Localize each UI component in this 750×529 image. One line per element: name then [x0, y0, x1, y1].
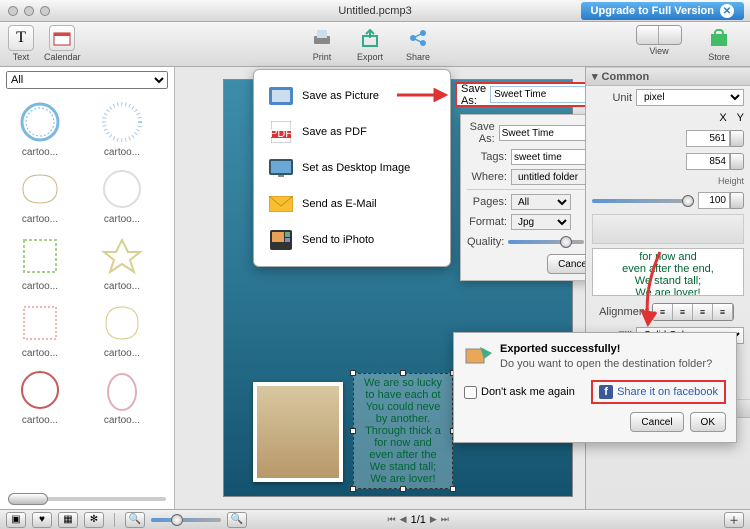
zoom-out-icon[interactable]: 🔍: [125, 512, 145, 528]
opacity-input[interactable]: [698, 192, 730, 209]
quality-slider[interactable]: [508, 240, 584, 244]
export-success-icon: [464, 343, 492, 371]
shape-item[interactable]: cartoo...: [6, 97, 74, 158]
tool-export[interactable]: Export: [357, 25, 383, 62]
bb-gear-icon[interactable]: ✻: [84, 512, 104, 528]
shape-item[interactable]: cartoo...: [6, 164, 74, 225]
unit-select[interactable]: pixel: [636, 89, 744, 106]
save-as-callout: Save As:: [455, 82, 600, 107]
export-desktop[interactable]: Set as Desktop Image: [254, 150, 450, 186]
shapes-sidebar: All cartoo... cartoo... cartoo... cartoo…: [0, 67, 175, 509]
shape-item[interactable]: cartoo...: [6, 365, 74, 426]
upgrade-banner[interactable]: Upgrade to Full Version ✕: [581, 2, 744, 20]
x-input[interactable]: [686, 130, 730, 147]
stepper[interactable]: [730, 192, 744, 209]
page-first-icon[interactable]: ⏮: [388, 514, 396, 525]
tool-print[interactable]: Print: [309, 25, 335, 62]
bb-heart-icon[interactable]: ♥: [32, 512, 52, 528]
text-icon: T: [16, 29, 26, 47]
bb-grid-icon[interactable]: ▦: [58, 512, 78, 528]
tool-view[interactable]: View: [636, 25, 682, 62]
y-input[interactable]: [686, 153, 730, 170]
minimize-window[interactable]: [24, 6, 34, 16]
facebook-icon: f: [599, 385, 613, 399]
success-cancel-button[interactable]: Cancel: [630, 412, 683, 432]
pdf-icon: PDF: [271, 121, 291, 143]
export-iphoto[interactable]: Send to iPhoto: [254, 222, 450, 258]
shape-filter-select[interactable]: All: [6, 71, 168, 89]
bottom-toolbar: ▣ ♥ ▦ ✻ 🔍 🔍 ⏮ ◀ 1/1 ▶ ⏭ ＋: [0, 509, 750, 529]
shape-item[interactable]: cartoo...: [88, 298, 156, 359]
success-body: Do you want to open the destination fold…: [500, 358, 726, 370]
page-indicator: 1/1: [411, 514, 426, 526]
export-icon: [359, 28, 381, 48]
upgrade-close-icon[interactable]: ✕: [720, 4, 734, 18]
dont-ask-checkbox[interactable]: Don't ask me again: [464, 386, 575, 399]
zoom-in-icon[interactable]: 🔍: [227, 512, 247, 528]
share-icon: [407, 28, 429, 48]
success-ok-button[interactable]: OK: [690, 412, 726, 432]
export-save-pdf[interactable]: PDF Save as PDF: [254, 114, 450, 150]
sheet-format-select[interactable]: Jpg: [511, 214, 571, 230]
sidebar-scrollbar[interactable]: [8, 493, 166, 505]
toolbar: T Text Calendar Print Export Share View …: [0, 22, 750, 67]
bb-add-icon[interactable]: ＋: [724, 512, 744, 528]
print-icon: [311, 28, 333, 48]
shape-item[interactable]: cartoo...: [88, 231, 156, 292]
document-title: Untitled.pcmp3: [338, 5, 411, 17]
shape-item[interactable]: cartoo...: [6, 231, 74, 292]
annotation-arrow-2: [640, 248, 670, 328]
section-common[interactable]: ▾Common: [586, 67, 750, 86]
annotation-arrow-1: [395, 88, 453, 102]
share-facebook-link[interactable]: f Share it on facebook: [591, 380, 726, 404]
shape-item[interactable]: cartoo...: [88, 365, 156, 426]
shapes-grid: cartoo... cartoo... cartoo... cartoo... …: [0, 93, 174, 430]
success-title: Exported successfully!: [500, 343, 726, 355]
bb-layout-icon[interactable]: ▣: [6, 512, 26, 528]
color-gradient-preview[interactable]: [592, 214, 744, 244]
picture-icon: [269, 87, 293, 105]
mail-icon: [269, 196, 293, 212]
stepper[interactable]: [730, 130, 744, 147]
stepper[interactable]: [730, 153, 744, 170]
tool-text[interactable]: T Text: [8, 25, 34, 62]
save-as-label: Save As:: [461, 83, 486, 107]
page-next-icon[interactable]: ▶: [430, 514, 437, 525]
disclosure-icon: ▾: [592, 70, 598, 83]
opacity-slider[interactable]: [592, 199, 694, 203]
window-controls: [0, 6, 50, 16]
tool-calendar[interactable]: Calendar: [44, 25, 81, 62]
page-last-icon[interactable]: ⏭: [441, 514, 449, 525]
titlebar: Untitled.pcmp3 Upgrade to Full Version ✕: [0, 0, 750, 22]
shape-item[interactable]: cartoo...: [88, 164, 156, 225]
desktop-icon: [269, 159, 293, 177]
svg-text:PDF: PDF: [271, 128, 291, 140]
tool-store[interactable]: Store: [706, 25, 732, 62]
iphoto-icon: [270, 230, 292, 250]
sheet-pages-select[interactable]: All: [511, 194, 571, 210]
shape-item[interactable]: cartoo...: [88, 97, 156, 158]
export-email[interactable]: Send as E-Mail: [254, 186, 450, 222]
upgrade-label: Upgrade to Full Version: [591, 5, 714, 17]
store-icon: [708, 28, 730, 48]
calendar-icon: [53, 30, 71, 46]
y-label: Y: [737, 112, 744, 124]
page-prev-icon[interactable]: ◀: [400, 514, 407, 525]
close-window[interactable]: [8, 6, 18, 16]
tool-share[interactable]: Share: [405, 25, 431, 62]
canvas-textbox[interactable]: We are so lucky to have each ot You coul…: [353, 373, 453, 489]
export-success-dialog: Exported successfully! Do you want to op…: [453, 332, 737, 443]
zoom-window[interactable]: [40, 6, 50, 16]
shape-item[interactable]: cartoo...: [6, 298, 74, 359]
x-label: X: [719, 112, 726, 124]
page-navigator: ⏮ ◀ 1/1 ▶ ⏭: [388, 514, 449, 526]
canvas-photo[interactable]: [253, 382, 343, 482]
zoom-slider[interactable]: [151, 518, 221, 522]
view-segmented[interactable]: [636, 25, 682, 45]
